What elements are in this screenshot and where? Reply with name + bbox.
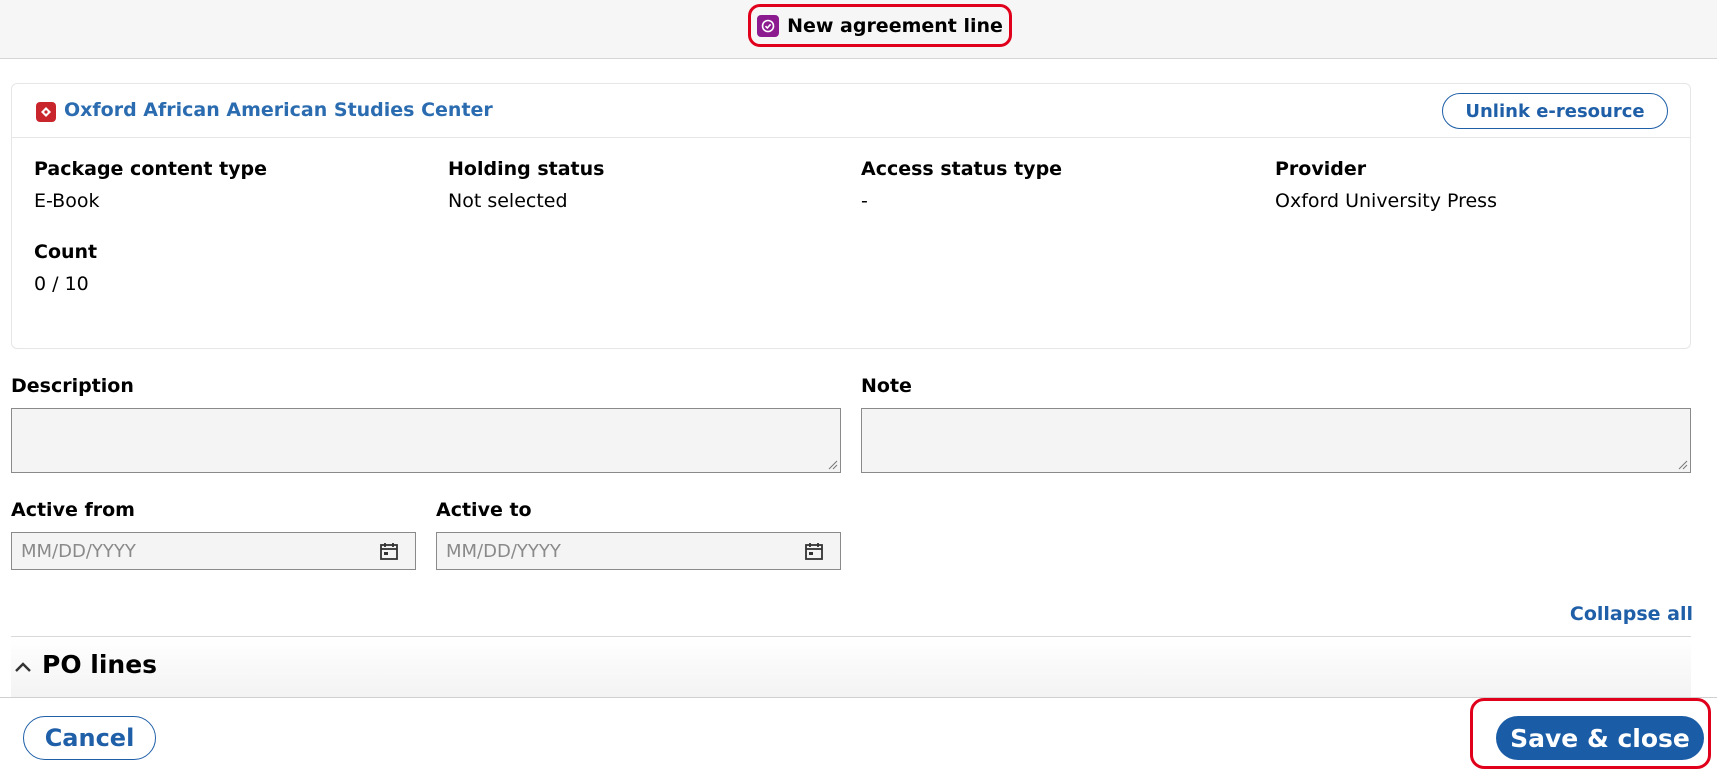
save-and-close-button[interactable]: Save & close bbox=[1496, 716, 1704, 760]
active-from-label: Active from bbox=[11, 499, 135, 521]
package-content-type: Package content type E-Book bbox=[34, 158, 267, 212]
chevron-up-icon[interactable] bbox=[13, 659, 33, 675]
page-title: New agreement line bbox=[787, 14, 1003, 37]
resize-handle-icon[interactable] bbox=[1678, 460, 1688, 470]
collapse-all-button[interactable]: Collapse all bbox=[1570, 603, 1693, 625]
date-placeholder: MM/DD/YYYY bbox=[446, 541, 561, 562]
eresource-link[interactable]: Oxford African American Studies Center bbox=[64, 99, 493, 121]
access-status-type: Access status type - bbox=[861, 158, 1062, 212]
field-label: Count bbox=[34, 241, 98, 263]
calendar-icon[interactable] bbox=[804, 541, 824, 561]
field-label: Access status type bbox=[861, 158, 1063, 180]
po-lines-accordion[interactable]: PO lines bbox=[11, 637, 1691, 697]
po-lines-title: PO lines bbox=[42, 650, 158, 679]
field-value: E-Book bbox=[34, 190, 100, 212]
title-highlight: New agreement line bbox=[748, 4, 1012, 47]
eresource-card: Oxford African American Studies Center U… bbox=[11, 83, 1691, 349]
eresource-icon bbox=[36, 102, 56, 122]
eresource-card-header: Oxford African American Studies Center U… bbox=[12, 84, 1690, 138]
footer: Cancel Save & close bbox=[0, 697, 1717, 772]
date-placeholder: MM/DD/YYYY bbox=[21, 541, 136, 562]
unlink-eresource-button[interactable]: Unlink e-resource bbox=[1442, 93, 1668, 129]
field-label: Holding status bbox=[448, 158, 605, 180]
count: Count 0 / 10 bbox=[34, 241, 97, 295]
note-textarea[interactable] bbox=[861, 408, 1691, 473]
page-header: New agreement line bbox=[0, 0, 1717, 59]
active-to-input[interactable]: MM/DD/YYYY bbox=[436, 532, 841, 570]
active-to-label: Active to bbox=[436, 499, 532, 521]
field-label: Provider bbox=[1275, 158, 1367, 180]
agreements-app-icon bbox=[757, 14, 780, 37]
calendar-icon[interactable] bbox=[379, 541, 399, 561]
note-label: Note bbox=[861, 375, 912, 397]
description-textarea[interactable] bbox=[11, 408, 841, 473]
provider: Provider Oxford University Press bbox=[1275, 158, 1497, 212]
field-value: Not selected bbox=[448, 190, 568, 212]
field-value: - bbox=[861, 190, 868, 212]
description-label: Description bbox=[11, 375, 134, 397]
field-value: 0 / 10 bbox=[34, 273, 89, 295]
field-value: Oxford University Press bbox=[1275, 190, 1497, 212]
field-label: Package content type bbox=[34, 158, 268, 180]
active-from-input[interactable]: MM/DD/YYYY bbox=[11, 532, 416, 570]
cancel-button[interactable]: Cancel bbox=[23, 716, 156, 760]
resize-handle-icon[interactable] bbox=[828, 460, 838, 470]
holding-status: Holding status Not selected bbox=[448, 158, 604, 212]
